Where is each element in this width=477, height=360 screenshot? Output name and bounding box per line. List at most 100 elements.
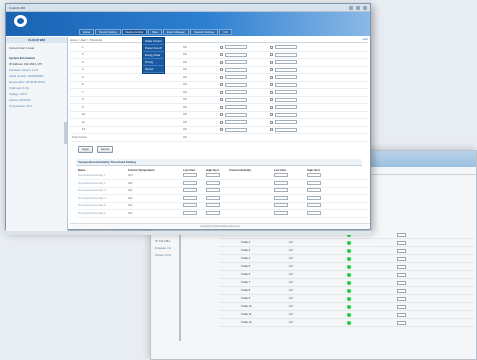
high-limit-input[interactable] <box>307 180 321 185</box>
threshold-input[interactable] <box>225 82 247 87</box>
threshold-input[interactable] <box>225 97 247 102</box>
threshold-input[interactable] <box>275 105 297 110</box>
apply-button[interactable]: Apply <box>78 145 93 153</box>
outlet-action-select[interactable] <box>397 248 406 253</box>
enable-checkbox[interactable] <box>270 75 273 79</box>
tab-event-manager[interactable]: Event Manager <box>162 29 190 35</box>
high-alert-input[interactable] <box>206 188 220 193</box>
outlet-action-select[interactable] <box>397 232 406 237</box>
help-link[interactable]: Help <box>363 38 368 41</box>
threshold-input[interactable] <box>225 75 247 80</box>
tab-network-settings[interactable]: Network Settings <box>190 29 219 35</box>
threshold-input[interactable] <box>275 60 297 65</box>
enable-checkbox[interactable] <box>220 113 223 117</box>
low-limit-input[interactable] <box>274 180 288 185</box>
enable-checkbox[interactable] <box>220 105 223 109</box>
high-alert-input[interactable] <box>206 203 220 208</box>
cancel-button[interactable]: Cancel <box>96 145 114 153</box>
menu-item-power-cutoff[interactable]: Power Cut-off <box>143 45 164 52</box>
enable-checkbox[interactable] <box>270 53 273 57</box>
threshold-input[interactable] <box>225 120 247 125</box>
enable-checkbox[interactable] <box>220 128 223 132</box>
enable-checkbox[interactable] <box>220 75 223 79</box>
threshold-input[interactable] <box>225 105 247 110</box>
low-limit-input[interactable] <box>274 188 288 193</box>
enable-checkbox[interactable] <box>220 120 223 124</box>
threshold-input[interactable] <box>225 52 247 57</box>
outlet-action-select[interactable] <box>397 256 406 261</box>
low-alert-input[interactable] <box>183 180 197 185</box>
high-alert-input[interactable] <box>206 210 220 215</box>
tab-info[interactable]: Info <box>219 29 232 35</box>
threshold-input[interactable] <box>275 112 297 117</box>
high-alert-input[interactable] <box>206 173 220 178</box>
threshold-input[interactable] <box>275 67 297 72</box>
threshold-input[interactable] <box>225 90 247 95</box>
enable-checkbox[interactable] <box>270 68 273 72</box>
outlet-action-select[interactable] <box>397 320 406 325</box>
outlet-action-select[interactable] <box>397 312 406 317</box>
enable-checkbox[interactable] <box>270 128 273 132</box>
maximize-icon[interactable] <box>356 5 360 10</box>
high-limit-input[interactable] <box>307 195 321 200</box>
enable-checkbox[interactable] <box>220 68 223 72</box>
low-limit-input[interactable] <box>274 173 288 178</box>
enable-checkbox[interactable] <box>270 98 273 102</box>
tab-device-setting[interactable]: Device Setting <box>95 29 121 35</box>
outlet-action-select[interactable] <box>397 288 406 293</box>
threshold-input[interactable] <box>225 45 247 50</box>
tab-files[interactable]: Files <box>148 29 162 35</box>
outlet-action-select[interactable] <box>397 296 406 301</box>
enable-checkbox[interactable] <box>220 90 223 94</box>
threshold-input[interactable] <box>275 120 297 125</box>
close-icon[interactable] <box>363 5 367 10</box>
enable-checkbox[interactable] <box>220 45 223 49</box>
enable-checkbox[interactable] <box>220 83 223 87</box>
threshold-input[interactable] <box>275 75 297 80</box>
enable-checkbox[interactable] <box>270 120 273 124</box>
menu-item-timing[interactable]: Timing <box>143 59 164 66</box>
low-limit-input[interactable] <box>274 210 288 215</box>
threshold-input[interactable] <box>225 60 247 65</box>
menu-item-sensor[interactable]: Sensor <box>143 66 164 73</box>
threshold-input[interactable] <box>275 90 297 95</box>
high-limit-input[interactable] <box>307 173 321 178</box>
low-alert-input[interactable] <box>183 173 197 178</box>
enable-checkbox[interactable] <box>270 83 273 87</box>
low-alert-input[interactable] <box>183 195 197 200</box>
threshold-input[interactable] <box>225 112 247 117</box>
tab-home[interactable]: Home <box>79 29 95 35</box>
low-alert-input[interactable] <box>183 188 197 193</box>
enable-checkbox[interactable] <box>270 90 273 94</box>
minimize-icon[interactable] <box>349 5 353 10</box>
low-limit-input[interactable] <box>274 203 288 208</box>
high-limit-input[interactable] <box>307 188 321 193</box>
enable-checkbox[interactable] <box>220 53 223 57</box>
outlet-action-select[interactable] <box>397 240 406 245</box>
outlet-action-select[interactable] <box>397 280 406 285</box>
high-alert-input[interactable] <box>206 180 220 185</box>
high-limit-input[interactable] <box>307 203 321 208</box>
enable-checkbox[interactable] <box>270 113 273 117</box>
outlet-action-select[interactable] <box>397 264 406 269</box>
threshold-input[interactable] <box>225 127 247 132</box>
low-limit-input[interactable] <box>274 195 288 200</box>
enable-checkbox[interactable] <box>270 45 273 49</box>
threshold-input[interactable] <box>225 67 247 72</box>
menu-item-energy-data[interactable]: Energy Data <box>143 52 164 59</box>
high-limit-input[interactable] <box>307 210 321 215</box>
low-alert-input[interactable] <box>183 203 197 208</box>
threshold-input[interactable] <box>275 82 297 87</box>
outlet-action-select[interactable] <box>397 304 406 309</box>
enable-checkbox[interactable] <box>270 105 273 109</box>
enable-checkbox[interactable] <box>220 60 223 64</box>
threshold-input[interactable] <box>275 52 297 57</box>
high-alert-input[interactable] <box>206 195 220 200</box>
background-splitter[interactable] <box>179 231 181 341</box>
sidebar-scrollbar[interactable] <box>64 122 67 144</box>
threshold-input[interactable] <box>275 45 297 50</box>
menu-item-outlet-control[interactable]: Outlet Control <box>143 38 164 45</box>
outlet-action-select[interactable] <box>397 272 406 277</box>
tab-device-control[interactable]: Device Control <box>121 29 148 35</box>
threshold-input[interactable] <box>275 97 297 102</box>
